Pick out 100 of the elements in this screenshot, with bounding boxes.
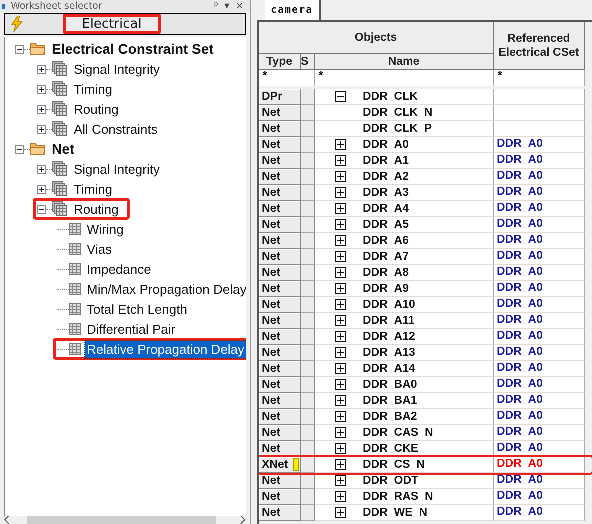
table-row[interactable]: XNet DDR_CS_N DDR_A0 — [259, 457, 592, 473]
row-header[interactable]: Net — [259, 185, 301, 201]
row-header[interactable]: Net — [259, 217, 301, 233]
tree-row[interactable]: All Constraints — [33, 118, 169, 140]
pin-button[interactable]: ᵖ — [214, 0, 219, 12]
tree-item[interactable]: Impedance — [85, 260, 154, 278]
expand-icon[interactable] — [335, 443, 346, 454]
filter-field[interactable]: * — [494, 70, 585, 86]
table-row[interactable]: Net DDR_A4 DDR_A0 — [259, 201, 592, 217]
column-header[interactable]: Name — [315, 54, 494, 70]
expand-icon[interactable] — [37, 184, 46, 194]
row-header[interactable]: Net — [259, 265, 301, 281]
table-row[interactable]: Net DDR_A7 DDR_A0 — [259, 249, 592, 265]
table-row[interactable]: Net DDR_BA0 DDR_A0 — [259, 377, 592, 393]
row-header[interactable]: Net — [259, 233, 301, 249]
row-header[interactable]: Net — [259, 361, 301, 377]
table-row[interactable]: Net DDR_A3 DDR_A0 — [259, 185, 592, 201]
expand-icon[interactable] — [335, 251, 346, 262]
expand-icon[interactable] — [335, 331, 346, 342]
expand-icon[interactable] — [335, 267, 346, 278]
expand-icon[interactable] — [335, 395, 346, 406]
expand-icon[interactable] — [335, 187, 346, 198]
table-row[interactable]: Net DDR_A9 DDR_A0 — [259, 281, 592, 297]
table-row[interactable]: Net DDR_A5 DDR_A0 — [259, 217, 592, 233]
collapse-icon[interactable] — [335, 91, 346, 102]
table-row[interactable]: Net DDR_RAS_N DDR_A0 — [259, 489, 592, 505]
tree-row[interactable]: Net — [11, 138, 86, 160]
expand-icon[interactable] — [335, 139, 346, 150]
table-row[interactable]: Net DDR_A12 DDR_A0 — [259, 329, 592, 345]
expand-icon[interactable] — [335, 283, 346, 294]
row-header[interactable]: Net — [259, 121, 301, 137]
expand-icon[interactable] — [335, 427, 346, 438]
expand-icon[interactable] — [335, 155, 346, 166]
row-header[interactable]: DPr — [259, 89, 301, 105]
tree-item[interactable]: All Constraints — [72, 120, 160, 138]
row-header[interactable]: Net — [259, 169, 301, 185]
expand-icon[interactable] — [335, 411, 346, 422]
row-header[interactable]: Net — [259, 201, 301, 217]
filter-field[interactable]: * — [259, 70, 315, 86]
expand-icon[interactable] — [335, 507, 346, 518]
row-header[interactable]: Net — [259, 313, 301, 329]
scroll-left-icon[interactable] — [4, 516, 10, 524]
tree-item[interactable]: Electrical Constraint Set — [50, 40, 216, 58]
table-row[interactable]: Net DDR_BA2 DDR_A0 — [259, 409, 592, 425]
tree-item[interactable]: Routing — [72, 200, 121, 218]
row-header[interactable]: Net — [259, 297, 301, 313]
table-row[interactable]: Net DDR_A1 DDR_A0 — [259, 153, 592, 169]
tree-item[interactable]: Timing — [72, 80, 115, 98]
scrollbar-thumb[interactable] — [27, 516, 216, 524]
table-row[interactable]: Net DDR_WE_N DDR_A0 — [259, 505, 592, 521]
tree-row[interactable]: Impedance — [53, 258, 245, 280]
table-row[interactable]: Net DDR_A10 DDR_A0 — [259, 297, 592, 313]
row-header[interactable]: Net — [259, 505, 301, 521]
expand-icon[interactable] — [335, 235, 346, 246]
expand-icon[interactable] — [335, 379, 346, 390]
expand-icon[interactable] — [37, 124, 46, 134]
row-header[interactable]: Net — [259, 393, 301, 409]
tree-row[interactable]: Routing — [33, 198, 130, 220]
tree-row[interactable]: Timing — [33, 178, 124, 200]
expand-icon[interactable] — [335, 299, 346, 310]
tree-row[interactable]: Timing — [33, 78, 124, 100]
expand-icon[interactable] — [335, 171, 346, 182]
expand-icon[interactable] — [335, 219, 346, 230]
tree-item[interactable]: Total Etch Length — [85, 300, 190, 318]
expand-icon[interactable] — [335, 475, 346, 486]
tree-item[interactable]: Vias — [85, 240, 114, 258]
expand-icon[interactable] — [335, 363, 346, 374]
row-header[interactable]: Net — [259, 409, 301, 425]
table-row[interactable]: Net DDR_CLK_P — [259, 121, 592, 137]
table-row[interactable]: DPr DDR_CLK — [259, 89, 592, 105]
tree-item[interactable]: Signal Integrity — [72, 60, 162, 78]
table-row[interactable]: Net DDR_A11 DDR_A0 — [259, 313, 592, 329]
scroll-right-icon[interactable] — [240, 516, 246, 524]
collapse-icon[interactable] — [37, 204, 46, 214]
collapse-icon[interactable] — [15, 44, 24, 54]
column-header[interactable]: S — [301, 54, 315, 70]
column-header[interactable]: Type — [259, 54, 301, 70]
expand-icon[interactable] — [335, 203, 346, 214]
tree-item[interactable]: Timing — [72, 180, 115, 198]
tree-item[interactable]: Signal Integrity — [72, 160, 162, 178]
row-header[interactable]: Net — [259, 377, 301, 393]
expand-icon[interactable] — [335, 459, 346, 470]
tree-item[interactable]: Wiring — [85, 220, 126, 238]
close-button[interactable]: × — [236, 0, 244, 12]
tree-row[interactable]: Differential Pair — [53, 318, 245, 340]
tree-row[interactable]: Signal Integrity — [33, 158, 171, 180]
expand-icon[interactable] — [335, 347, 346, 358]
table-row[interactable]: Net DDR_A8 DDR_A0 — [259, 265, 592, 281]
tree-row[interactable]: Routing — [33, 98, 130, 120]
table-row[interactable]: Net DDR_CKE DDR_A0 — [259, 441, 592, 457]
tree-row[interactable]: Signal Integrity — [33, 58, 171, 80]
tree-item[interactable]: Differential Pair — [85, 320, 178, 338]
tab[interactable]: camera — [265, 0, 322, 20]
tree-row[interactable]: Wiring — [53, 218, 245, 240]
tree-row[interactable]: Relative Propagation Delay — [53, 338, 246, 360]
row-header[interactable]: Net — [259, 329, 301, 345]
table-row[interactable]: Net DDR_A13 DDR_A0 — [259, 345, 592, 361]
table-row[interactable]: Net DDR_CLK_N — [259, 105, 592, 121]
filter-field[interactable]: * — [315, 70, 494, 86]
expand-icon[interactable] — [37, 104, 46, 114]
